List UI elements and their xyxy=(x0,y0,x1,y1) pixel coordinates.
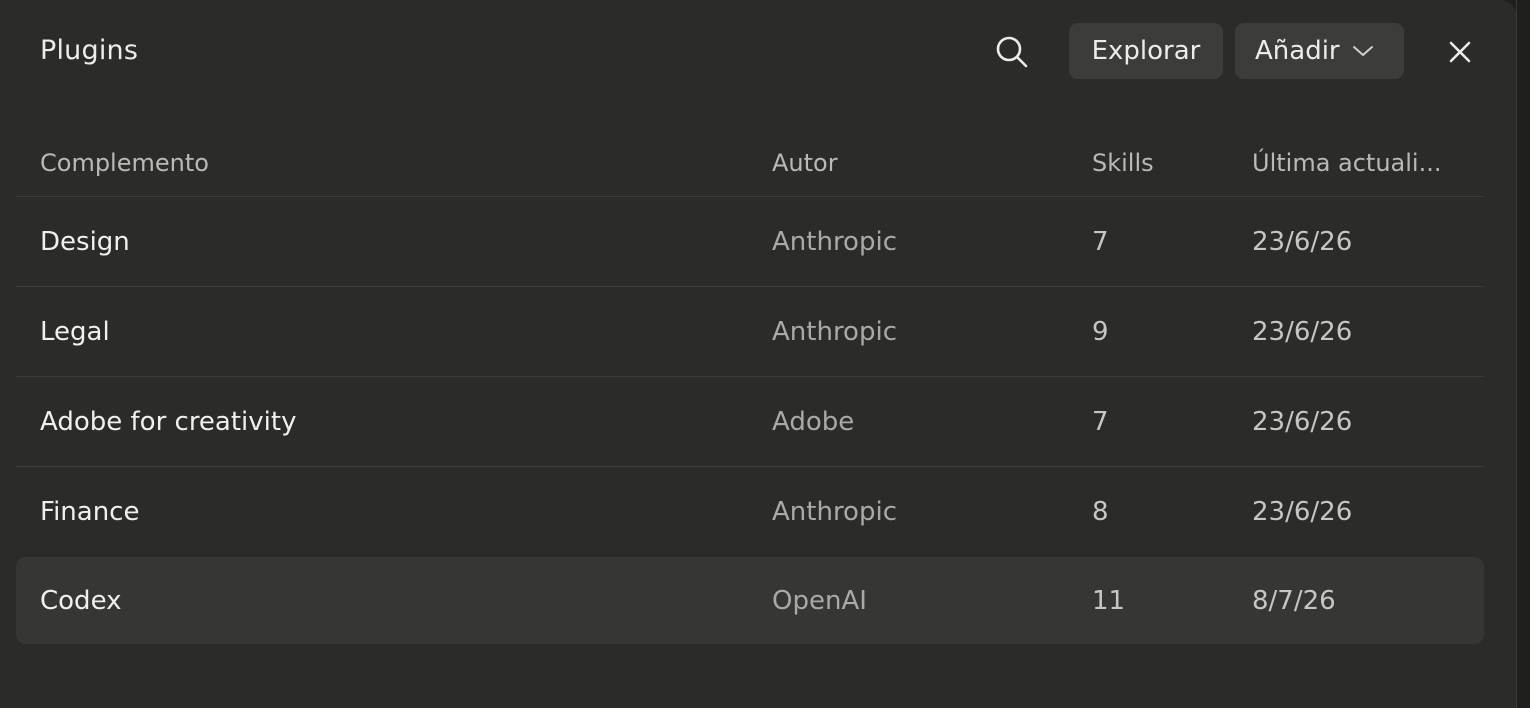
explore-button[interactable]: Explorar xyxy=(1069,23,1223,79)
plugin-updated: 23/6/26 xyxy=(1252,317,1353,347)
plugin-updated: 23/6/26 xyxy=(1252,407,1353,437)
plugin-author: OpenAI xyxy=(772,586,867,616)
plugin-updated: 23/6/26 xyxy=(1252,227,1353,257)
plugin-skills: 7 xyxy=(1092,407,1109,437)
table-row[interactable]: Adobe for creativity Adobe 7 23/6/26 xyxy=(16,377,1484,467)
page-title: Plugins xyxy=(40,35,139,66)
plugin-skills: 7 xyxy=(1092,227,1109,257)
column-header-skills[interactable]: Skills xyxy=(1092,146,1154,180)
search-button[interactable] xyxy=(990,30,1034,74)
close-icon xyxy=(1449,41,1471,63)
window-edge xyxy=(1516,0,1530,708)
column-header-author[interactable]: Autor xyxy=(772,146,838,180)
table-row[interactable]: Design Anthropic 7 23/6/26 xyxy=(16,197,1484,287)
plugin-name: Legal xyxy=(40,317,110,347)
plugin-skills: 8 xyxy=(1092,497,1109,527)
explore-button-label: Explorar xyxy=(1091,36,1201,66)
plugin-author: Adobe xyxy=(772,407,855,437)
table-row-hovered[interactable]: Codex OpenAI 11 8/7/26 xyxy=(16,557,1484,644)
column-header-last-updated[interactable]: Última actuali... xyxy=(1252,146,1441,180)
plugin-skills: 11 xyxy=(1092,586,1126,616)
plugin-name: Finance xyxy=(40,497,140,527)
table-header: Complemento Autor Skills Última actuali.… xyxy=(16,130,1484,197)
plugin-name: Adobe for creativity xyxy=(40,407,297,437)
add-dropdown-button[interactable]: Añadir xyxy=(1235,23,1404,79)
plugin-name: Design xyxy=(40,227,130,257)
plugin-author: Anthropic xyxy=(772,227,897,257)
plugin-name: Codex xyxy=(40,586,122,616)
table-row[interactable]: Legal Anthropic 9 23/6/26 xyxy=(16,287,1484,377)
column-header-plugin[interactable]: Complemento xyxy=(40,146,209,180)
plugin-updated: 8/7/26 xyxy=(1252,586,1336,616)
plugins-table: Complemento Autor Skills Última actuali.… xyxy=(16,130,1484,644)
plugins-panel: Plugins Explorar Añadir Complemento Auto… xyxy=(0,0,1517,708)
close-button[interactable] xyxy=(1440,32,1480,72)
table-row[interactable]: Finance Anthropic 8 23/6/26 xyxy=(16,467,1484,556)
plugin-author: Anthropic xyxy=(772,317,897,347)
chevron-down-icon xyxy=(1352,44,1374,58)
add-button-label: Añadir xyxy=(1255,36,1340,66)
plugin-updated: 23/6/26 xyxy=(1252,497,1353,527)
plugin-author: Anthropic xyxy=(772,497,897,527)
plugin-skills: 9 xyxy=(1092,317,1109,347)
search-icon xyxy=(996,36,1028,68)
